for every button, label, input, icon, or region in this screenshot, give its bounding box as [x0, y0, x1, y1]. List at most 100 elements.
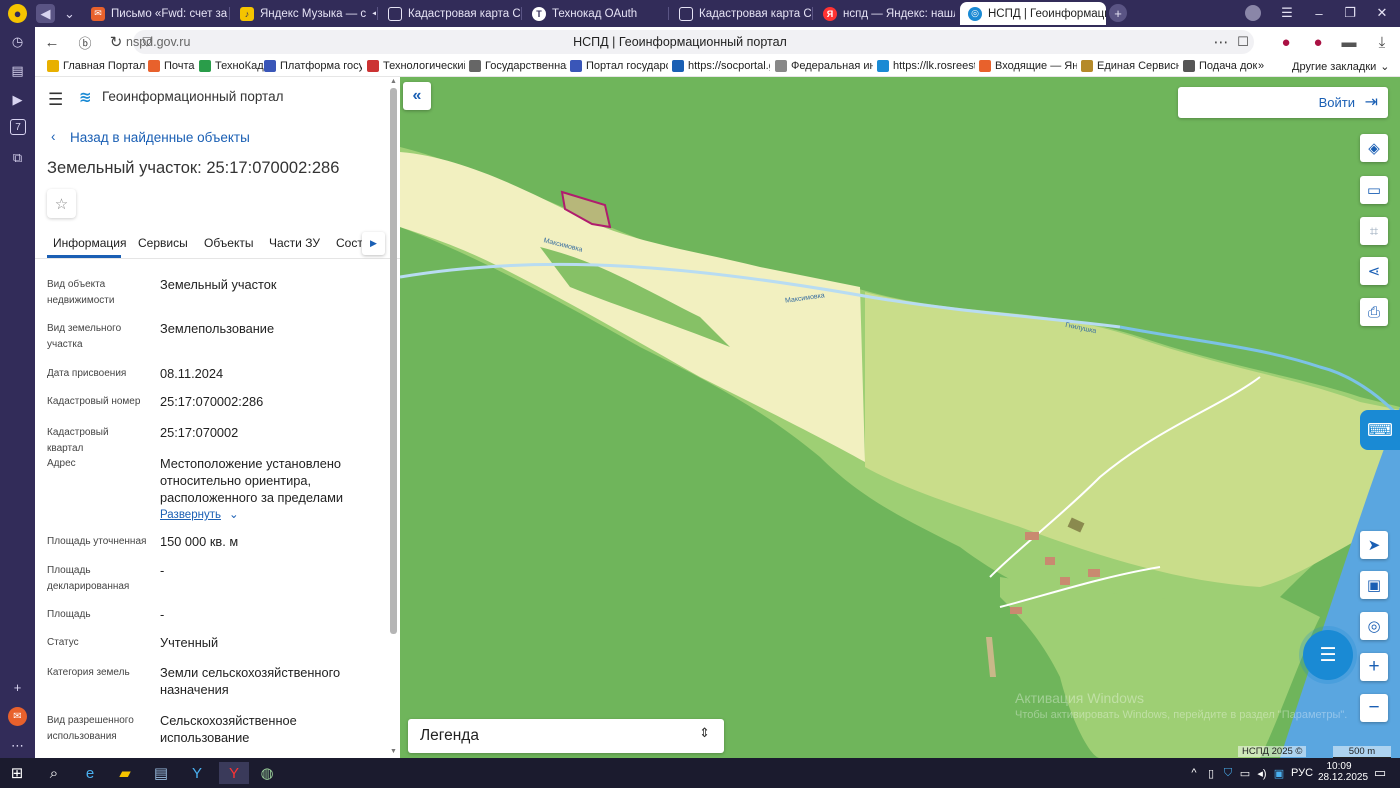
calendar-icon[interactable]: 7	[10, 119, 26, 135]
bookmark-item[interactable]: Почта	[148, 60, 195, 72]
back-link-chevron-icon[interactable]: ‹	[51, 129, 56, 144]
bookmark-item[interactable]: Платформа госуд	[264, 60, 362, 72]
zoom-out-icon[interactable]: −	[1360, 694, 1388, 722]
login-button[interactable]: Войти ⇥	[1178, 87, 1388, 118]
profile-icon[interactable]	[1245, 5, 1261, 21]
hamburger-menu-icon[interactable]: ☰	[48, 90, 63, 110]
bookmark-label: Главная Портал З	[63, 60, 145, 72]
minimap-icon[interactable]: ▣	[1360, 571, 1388, 599]
ruler-icon[interactable]: ▭	[1360, 176, 1388, 204]
scroll-down-icon[interactable]: ▼	[390, 748, 397, 755]
search-icon[interactable]: ⌕	[42, 762, 66, 784]
internet-explorer-icon[interactable]: e	[78, 762, 102, 784]
bookmark-icon[interactable]: ☐	[1234, 33, 1252, 51]
app-icon[interactable]: ◍	[255, 762, 279, 784]
close-window-icon[interactable]: ✕	[1372, 4, 1392, 22]
legend-dropdown[interactable]: Легенда ⇕	[408, 719, 724, 753]
bookmark-item[interactable]: https://socportal.g	[672, 60, 770, 72]
bookmark-item[interactable]: Государственная	[469, 60, 567, 72]
geolocation-icon[interactable]: ◎	[1360, 612, 1388, 640]
back-icon[interactable]: ←	[43, 33, 61, 51]
speaker-icon[interactable]: ◂)	[372, 8, 376, 19]
bookmark-item[interactable]: https://lk.rosreestr	[877, 60, 975, 72]
browser-tab[interactable]: Янспд — Яндекс: нашлось	[815, 2, 955, 25]
add-panel-icon[interactable]: +	[8, 678, 27, 697]
browser-tab[interactable]: ✉Письмо «Fwd: счет за де	[83, 2, 228, 25]
locate-icon[interactable]: ➤	[1360, 531, 1388, 559]
field-label: Категория земель	[47, 667, 130, 678]
app-icon[interactable]: ▤	[149, 762, 173, 784]
extension-icon[interactable]: ●	[1277, 33, 1295, 51]
bookmark-favicon-icon	[1183, 60, 1195, 72]
browser-tab[interactable]: Кадастровая карта Сибир	[671, 2, 811, 25]
bookmark-item[interactable]: Главная Портал З	[47, 60, 145, 72]
other-bookmarks-label: Другие закладки	[1292, 60, 1377, 73]
download-icon[interactable]: ⤓	[1373, 33, 1391, 51]
tab-objects[interactable]: Объекты	[204, 236, 254, 250]
bookmark-item[interactable]: Технологический	[367, 60, 465, 72]
bookmark-favicon-icon	[199, 60, 211, 72]
bookmark-favicon-icon	[47, 60, 59, 72]
bookmark-item[interactable]: Федеральная инф	[775, 60, 873, 72]
bookmark-item[interactable]: Входящие — Янде	[979, 60, 1077, 72]
tabs-scroll-right-icon[interactable]: ▶	[362, 232, 385, 255]
yandex-logo-icon[interactable]: ●	[8, 4, 27, 23]
browser-tab[interactable]: Кадастровая карта Сибир	[380, 2, 520, 25]
notifications-icon[interactable]: ▭	[1368, 762, 1392, 784]
screenshot-icon[interactable]: ⧉	[8, 148, 27, 167]
panel-scrollbar[interactable]	[390, 88, 397, 634]
bookmark-item[interactable]: Подача док	[1183, 60, 1257, 72]
reload-icon[interactable]: ↻	[107, 33, 125, 51]
extension-icon[interactable]: ●	[1309, 33, 1327, 51]
other-bookmarks-button[interactable]: Другие закладки ⌄	[1292, 60, 1390, 74]
new-tab-icon[interactable]: +	[1109, 4, 1127, 22]
chat-bubble-icon[interactable]: ☰	[1303, 630, 1353, 680]
tab-services[interactable]: Сервисы	[138, 236, 188, 250]
file-explorer-icon[interactable]: ▰	[113, 762, 137, 784]
expand-address-link[interactable]: Развернуть ⌄	[160, 507, 239, 521]
back-to-results-link[interactable]: Назад в найденные объекты	[70, 130, 250, 145]
collapse-panel-icon[interactable]: «	[403, 82, 431, 110]
tab-list-chevron-icon[interactable]: ⌄	[60, 4, 79, 23]
print-icon[interactable]: ⎙	[1360, 298, 1388, 326]
layers-icon[interactable]: ◈	[1360, 134, 1388, 162]
url-text[interactable]: nspd.gov.ru	[126, 35, 190, 49]
area-select-icon[interactable]: ⌗	[1360, 217, 1388, 245]
browser-tab-active[interactable]: ◎НСПД | Геоинформаци✕	[960, 2, 1106, 25]
zoom-in-icon[interactable]: +	[1360, 653, 1388, 681]
sound-tab-icon[interactable]: ◀	[36, 4, 55, 23]
menu-icon[interactable]: ☰	[1277, 4, 1297, 22]
share-icon[interactable]: ⋖	[1360, 257, 1388, 285]
more-actions-icon[interactable]: ⋯	[1212, 33, 1230, 51]
extension-icon[interactable]: ▬	[1340, 33, 1358, 51]
favorite-star-icon[interactable]: ☆	[47, 189, 76, 218]
restore-icon[interactable]: ❐	[1340, 4, 1360, 22]
windows-start-icon[interactable]: ⊞	[5, 762, 29, 784]
bookmark-item[interactable]: Портал государст	[570, 60, 668, 72]
browser-tab[interactable]: ♪Яндекс Музыка — с◂)✕	[232, 2, 376, 25]
more-bookmarks-button[interactable]: »	[1258, 60, 1264, 72]
minimize-icon[interactable]: –	[1309, 4, 1329, 22]
map-view[interactable]: Максимовка Максимовка Гнилушка « Войти ⇥…	[400, 77, 1400, 758]
yandex-browser-icon[interactable]: Y	[219, 762, 249, 784]
portal-title: Геоинформационный портал	[102, 89, 284, 104]
bookmark-item[interactable]: ТехноКад	[199, 60, 264, 72]
support-chat-icon[interactable]: ⌨	[1360, 410, 1400, 450]
history-icon[interactable]: ◷	[8, 32, 27, 51]
tab-info[interactable]: Информация	[53, 236, 126, 250]
keyboard-language[interactable]: РУС	[1291, 767, 1313, 779]
map-canvas[interactable]	[400, 77, 1400, 758]
browser-tab[interactable]: T Технокад OAuth	[524, 2, 667, 25]
bookmark-item[interactable]: Единая Сервисна	[1081, 60, 1179, 72]
video-icon[interactable]: ▶	[8, 90, 27, 109]
tab-parts[interactable]: Части ЗУ	[269, 236, 320, 250]
mail-app-icon[interactable]: ✉	[8, 707, 27, 726]
scroll-up-icon[interactable]: ▲	[390, 78, 397, 85]
more-icon[interactable]: ⋯	[8, 736, 27, 755]
app-y-icon[interactable]: Y	[185, 762, 209, 784]
clock[interactable]: 10:09 28.12.2025	[1318, 761, 1368, 783]
collections-icon[interactable]: ▤	[8, 61, 27, 80]
tray-app-icon[interactable]: ▣	[1267, 762, 1291, 784]
site-info-icon[interactable]: ⓑ	[76, 33, 94, 51]
login-label: Войти	[1318, 95, 1355, 110]
